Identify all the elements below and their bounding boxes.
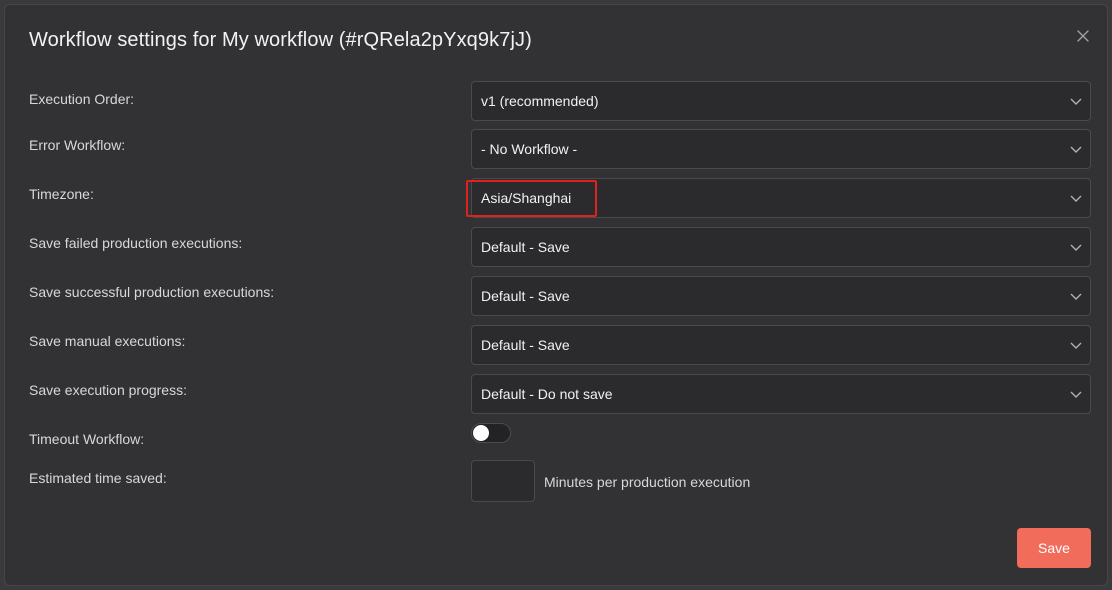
save-successful-label: Save successful production executions: <box>29 284 275 300</box>
save-failed-value: Default - Save <box>481 239 570 255</box>
chevron-down-icon <box>1070 195 1082 202</box>
save-manual-value: Default - Save <box>481 337 570 353</box>
close-button[interactable] <box>1073 26 1093 46</box>
chevron-down-icon <box>1070 98 1082 105</box>
save-manual-select[interactable]: Default - Save <box>471 325 1091 365</box>
close-icon <box>1077 30 1089 42</box>
timezone-label: Timezone: <box>29 186 94 202</box>
time-saved-label: Estimated time saved: <box>29 470 167 486</box>
save-progress-select[interactable]: Default - Do not save <box>471 374 1091 414</box>
timezone-value: Asia/Shanghai <box>481 190 572 206</box>
error-workflow-value: - No Workflow - <box>481 141 578 157</box>
timeout-workflow-label: Timeout Workflow: <box>29 431 145 447</box>
timezone-select[interactable]: Asia/Shanghai <box>471 178 1091 218</box>
chevron-down-icon <box>1070 293 1082 300</box>
workflow-settings-dialog: Workflow settings for My workflow (#rQRe… <box>4 4 1108 586</box>
error-workflow-select[interactable]: - No Workflow - <box>471 129 1091 169</box>
save-button[interactable]: Save <box>1017 528 1091 568</box>
chevron-down-icon <box>1070 342 1082 349</box>
save-manual-label: Save manual executions: <box>29 333 186 349</box>
execution-order-label: Execution Order: <box>29 91 135 107</box>
save-failed-label: Save failed production executions: <box>29 235 243 251</box>
execution-order-value: v1 (recommended) <box>481 93 599 109</box>
chevron-down-icon <box>1070 146 1082 153</box>
save-successful-select[interactable]: Default - Save <box>471 276 1091 316</box>
error-workflow-label: Error Workflow: <box>29 137 126 153</box>
execution-order-select[interactable]: v1 (recommended) <box>471 81 1091 121</box>
save-progress-value: Default - Do not save <box>481 386 613 402</box>
save-progress-label: Save execution progress: <box>29 382 187 398</box>
dialog-title: Workflow settings for My workflow (#rQRe… <box>29 29 532 51</box>
timeout-workflow-toggle[interactable] <box>471 423 511 443</box>
chevron-down-icon <box>1070 244 1082 251</box>
minutes-unit-label: Minutes per production execution <box>544 474 751 490</box>
save-successful-value: Default - Save <box>481 288 570 304</box>
minutes-input[interactable] <box>471 460 535 502</box>
chevron-down-icon <box>1070 391 1082 398</box>
save-failed-select[interactable]: Default - Save <box>471 227 1091 267</box>
toggle-knob <box>473 425 489 441</box>
